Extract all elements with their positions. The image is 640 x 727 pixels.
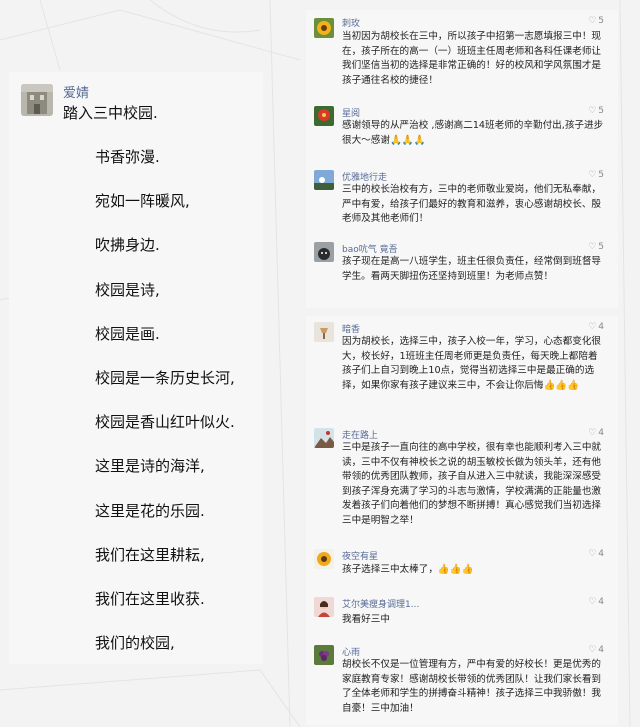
comment-item: 暗香 ♡ 4 因为胡校长，选择三中，孩子入校一年，学习，心态都变化很大，校长好，1… — [306, 322, 618, 422]
like-button[interactable]: ♡ 4 — [588, 322, 604, 332]
like-count: 4 — [598, 645, 604, 655]
comment-item: bao吭气 竟吾 ♡ 5 孩子现在是高一八班学生，班主任很负责任，经常倒到班督导学… — [306, 242, 618, 306]
commenter-name[interactable]: 刺玫 — [342, 16, 360, 29]
post-line: 我们的校园, — [95, 634, 175, 653]
comment-text: 胡校长不仅是一位管理有方，严中有爱的好校长！更是优秀的家庭教育专家！感谢胡校长带… — [342, 659, 602, 714]
sunflower-avatar-icon[interactable] — [314, 549, 334, 569]
like-button[interactable]: ♡ 4 — [588, 597, 604, 607]
thumb-up-icon: ♡ — [588, 170, 597, 180]
comment-item: 优雅地行走 ♡ 5 三中的校长治校有方，三中的老师敬业爱岗，他们无私奉献，严中有爱… — [306, 170, 618, 242]
post-line: 踏入三中校园. — [63, 104, 158, 122]
comment-text: 我看好三中 — [342, 614, 390, 625]
post-line: 校园是诗, — [95, 280, 160, 299]
commenter-name[interactable]: 暗香 — [342, 322, 360, 335]
like-button[interactable]: ♡ 5 — [588, 242, 604, 252]
like-button[interactable]: ♡ 5 — [588, 106, 604, 116]
dog-avatar-icon[interactable] — [314, 242, 334, 262]
comment-item: 心雨 ♡ 4 胡校长不仅是一位管理有方，严中有爱的好校长！更是优秀的家庭教育专家！… — [306, 645, 618, 723]
comment-text: 孩子现在是高一八班学生，班主任很负责任，经常倒到班督导学生。看两天脚扭伤还坚持到… — [342, 256, 602, 282]
thumb-up-icon: ♡ — [588, 322, 597, 332]
like-count: 4 — [598, 322, 604, 332]
mountain-avatar-icon[interactable] — [314, 428, 334, 448]
post-author[interactable]: 爱婧 — [63, 82, 89, 101]
comment-item: 刺玫 ♡ 5 当初因为胡校长在三中，所以孩子中招第一志愿填报三中！现在，孩子所在的… — [306, 10, 618, 100]
comment-text: 因为胡校长，选择三中，孩子入校一年，学习，心态都变化很大，校长好，1班班主任周老… — [342, 336, 602, 391]
thumb-up-icon: ♡ — [588, 242, 597, 252]
post-line: 校园是香山红叶似火. — [95, 413, 235, 432]
post-content: 踏入三中校园. 书香弥漫. 宛如一阵暖风, 吹拂身边. 校园是诗, 校园是画. … — [63, 102, 259, 676]
commenter-name[interactable]: 走在路上 — [342, 428, 378, 441]
blue-sky-avatar-icon[interactable] — [314, 170, 334, 190]
woman-avatar-icon[interactable] — [314, 597, 334, 617]
like-count: 4 — [598, 428, 604, 438]
like-count: 5 — [598, 170, 604, 180]
commenter-name[interactable]: 星阅 — [342, 106, 360, 119]
post-line: 这里是诗的海洋, — [95, 457, 205, 476]
thumb-up-icon: ♡ — [588, 16, 597, 26]
comment-text: 孩子选择三中太棒了，👍👍👍 — [342, 564, 474, 575]
like-button[interactable]: ♡ 4 — [588, 428, 604, 438]
post-line: 我们在这里收获. — [95, 589, 205, 608]
thumb-up-icon: ♡ — [588, 597, 597, 607]
like-button[interactable]: ♡ 4 — [588, 645, 604, 655]
post-line: 校园是画. — [95, 324, 160, 343]
commenter-name[interactable]: 夜空有星 — [342, 549, 378, 562]
comment-panel-bottom: 暗香 ♡ 4 因为胡校长，选择三中，孩子入校一年，学习，心态都变化很大，校长好，1… — [306, 316, 618, 725]
thumb-up-icon: ♡ — [588, 645, 597, 655]
main-post: 爱婧 踏入三中校园. 书香弥漫. 宛如一阵暖风, 吹拂身边. 校园是诗, 校园是… — [9, 72, 263, 664]
lamp-avatar-icon[interactable] — [314, 322, 334, 342]
comment-item: 艾尔美瘦身调理1... ♡ 4 我看好三中 — [306, 597, 618, 633]
thumb-up-icon: ♡ — [588, 428, 597, 438]
thumb-up-icon: ♡ — [588, 106, 597, 116]
commenter-name[interactable]: 艾尔美瘦身调理1... — [342, 597, 419, 610]
sunflower-avatar-icon[interactable] — [314, 18, 334, 38]
comment-text: 三中的校长治校有方，三中的老师敬业爱岗，他们无私奉献，严中有爱，给孩子们最好的教… — [342, 184, 602, 225]
post-line: 书香弥漫. — [95, 148, 160, 166]
red-flower-avatar-icon[interactable] — [314, 106, 334, 126]
thumb-up-icon: ♡ — [588, 549, 597, 559]
comment-panel-top: 刺玫 ♡ 5 当初因为胡校长在三中，所以孩子中招第一志愿填报三中！现在，孩子所在的… — [306, 10, 618, 308]
comment-text: 三中是孩子一直向往的高中学校，很有幸也能顺利考入三中就读，三中不仅有神校长之说的… — [342, 442, 602, 526]
like-count: 4 — [598, 597, 604, 607]
like-count: 4 — [598, 549, 604, 559]
post-line: 这里是花的乐园. — [95, 501, 205, 520]
like-button[interactable]: ♡ 5 — [588, 16, 604, 26]
post-line: 吹拂身边. — [95, 236, 160, 255]
grape-avatar-icon[interactable] — [314, 645, 334, 665]
comment-item: 夜空有星 ♡ 4 孩子选择三中太棒了，👍👍👍 — [306, 549, 618, 589]
post-line: 我们在这里耕耘, — [95, 545, 205, 564]
comment-item: 星阅 ♡ 5 感谢领导的从严治校 ,感谢高二14班老师的辛勤付出,孩子进步很大～感… — [306, 106, 618, 166]
like-count: 5 — [598, 242, 604, 252]
like-count: 5 — [598, 16, 604, 26]
post-line: 校园是一条历史长河, — [95, 368, 235, 387]
like-button[interactable]: ♡ 4 — [588, 549, 604, 559]
comment-text: 感谢领导的从严治校 ,感谢高二14班老师的辛勤付出,孩子进步很大～感谢🙏🙏🙏 — [342, 120, 604, 146]
comment-item: 走在路上 ♡ 4 三中是孩子一直向往的高中学校，很有幸也能顺利考入三中就读，三中不… — [306, 428, 618, 544]
building-avatar-icon[interactable] — [21, 84, 53, 116]
comment-text: 当初因为胡校长在三中，所以孩子中招第一志愿填报三中！现在，孩子所在的高一（一）班… — [342, 31, 602, 86]
post-line: 宛如一阵暖风, — [95, 192, 190, 211]
commenter-name[interactable]: bao吭气 竟吾 — [342, 242, 398, 255]
commenter-name[interactable]: 优雅地行走 — [342, 170, 387, 183]
like-count: 5 — [598, 106, 604, 116]
commenter-name[interactable]: 心雨 — [342, 645, 360, 658]
like-button[interactable]: ♡ 5 — [588, 170, 604, 180]
